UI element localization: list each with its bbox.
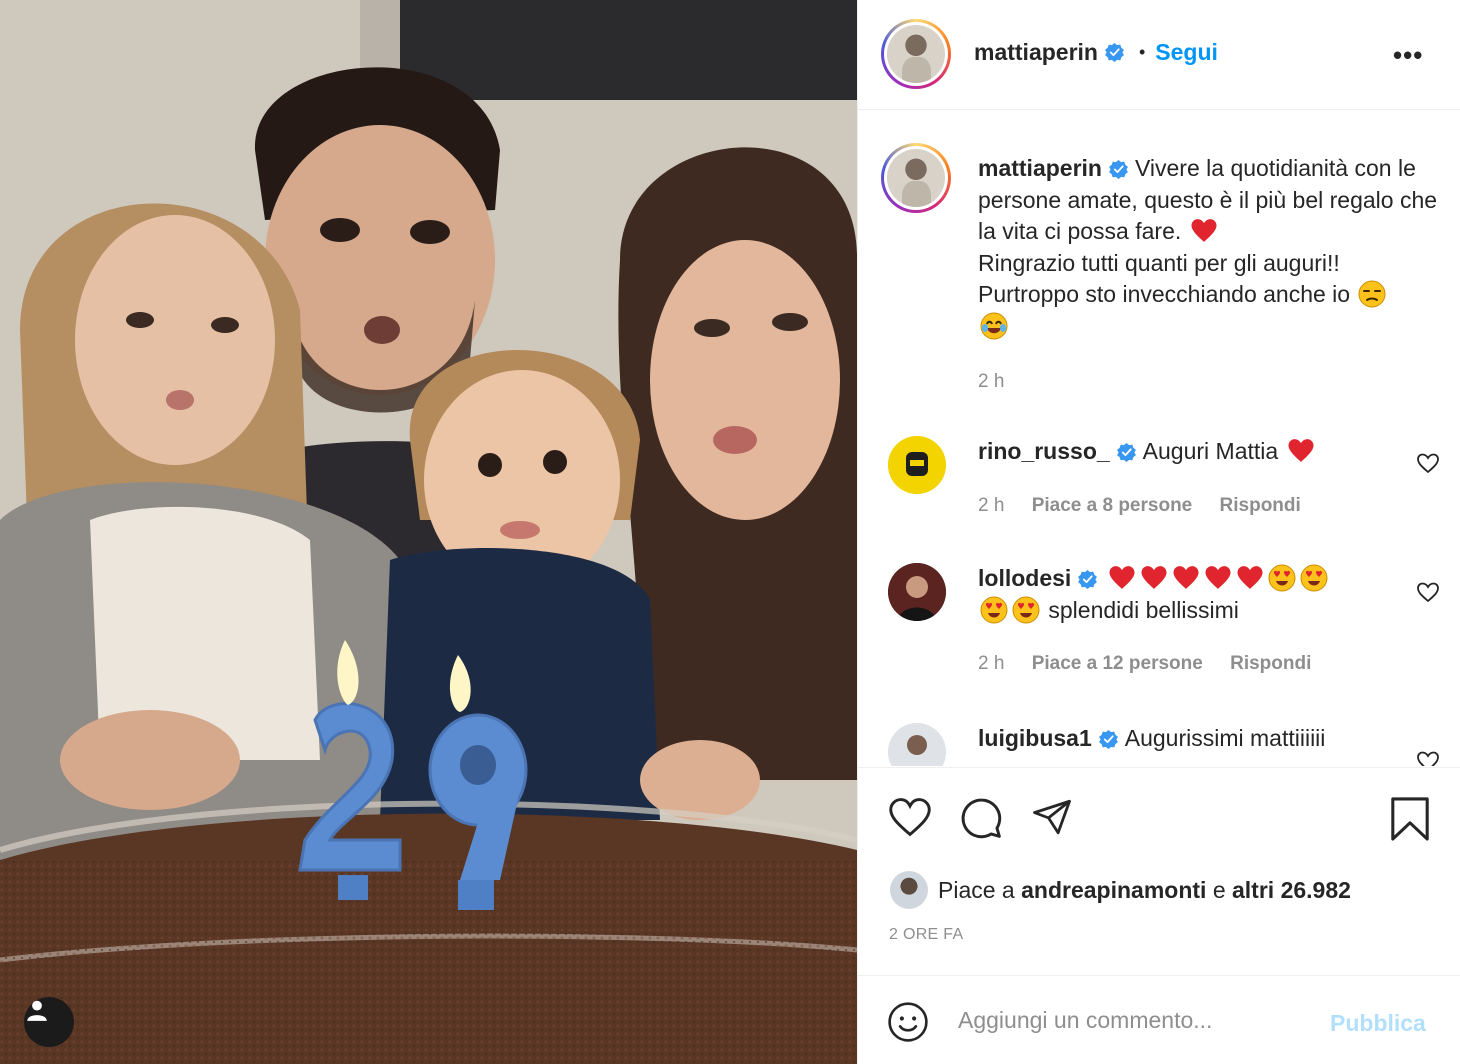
likes-prefix: Piace a [938, 876, 1015, 903]
heart-eyes-emoji-icon [1300, 564, 1328, 592]
post-timestamp[interactable]: 2 ORE FA [889, 926, 963, 944]
liker-username[interactable]: andreapinamonti [1021, 877, 1206, 904]
comment-likes[interactable]: Piace a 8 persone [1032, 495, 1193, 516]
likes-others[interactable]: altri 26.982 [1232, 877, 1351, 904]
avatar-illustration [888, 436, 946, 494]
commenter-avatar[interactable] [888, 563, 946, 621]
verified-icon [1109, 160, 1128, 180]
heart-eyes-emoji-icon [1012, 596, 1040, 623]
tears-of-joy-emoji-icon [980, 312, 1008, 339]
more-options-icon[interactable]: ••• [1393, 40, 1423, 71]
heart-icon[interactable] [888, 796, 932, 838]
likes-joiner: e [1212, 876, 1226, 903]
caption-time[interactable]: 2 h [978, 371, 1004, 392]
photo-illustration [0, 0, 857, 1064]
commenter-username[interactable]: luigibusa1 [978, 725, 1092, 751]
heart-eyes-emoji-icon [1268, 564, 1296, 592]
header-separator: • [1138, 42, 1146, 62]
avatar-illustration [888, 723, 946, 766]
comment-input[interactable] [958, 1000, 1318, 1040]
caption-avatar[interactable] [881, 143, 951, 213]
red-heart-emoji-icon [1237, 566, 1263, 589]
user-tag-button[interactable] [24, 997, 74, 1047]
red-heart-emoji-icon [1205, 566, 1231, 589]
comment-text: Augurissimi mattiiiiii [1124, 725, 1326, 751]
comment-time[interactable]: 2 h [978, 495, 1004, 516]
verified-icon [1116, 443, 1136, 463]
red-heart-emoji-icon [1141, 566, 1167, 589]
publish-button[interactable]: Pubblica [1330, 1010, 1426, 1037]
user-tag-icon [27, 1000, 47, 1021]
heart-eyes-emoji-icon [980, 596, 1008, 623]
comment-likes[interactable]: Piace a 12 persone [1032, 653, 1203, 674]
like-comment-icon[interactable] [1416, 581, 1440, 603]
follow-button[interactable]: Segui [1155, 39, 1218, 66]
commenter-avatar[interactable] [888, 723, 946, 766]
red-heart-emoji-icon [1173, 566, 1199, 589]
commenter-avatar[interactable] [888, 436, 946, 494]
post-side-panel: mattiaperin • Segui ••• mattiaperin Viver… [857, 0, 1460, 1064]
verified-icon [1098, 730, 1118, 750]
red-heart-emoji-icon [1109, 566, 1135, 589]
comments-list[interactable]: mattiaperin Vivere la quotidianità con le… [858, 111, 1460, 766]
post-actions: Piace a andreapinamonti e altri 26.982 2… [858, 767, 1460, 975]
comment-text: splendidi bellissimi [1048, 596, 1239, 623]
commenter-username[interactable]: lollodesi [978, 565, 1071, 591]
avatar-illustration [888, 563, 946, 621]
verified-icon [1078, 570, 1098, 590]
smile-icon[interactable] [887, 1001, 929, 1043]
reply-button[interactable]: Rispondi [1230, 653, 1311, 674]
commenter-username[interactable]: rino_russo_ [978, 438, 1110, 464]
caption-username[interactable]: mattiaperin [978, 155, 1102, 181]
caption-text-3: Purtroppo sto invecchiando anche io [978, 281, 1351, 307]
red-heart-emoji-icon [1288, 439, 1314, 462]
like-comment-icon[interactable] [1416, 750, 1440, 766]
verified-icon [1105, 43, 1124, 62]
post-header: mattiaperin • Segui ••• [858, 0, 1460, 110]
comment-text: Auguri Mattia [1142, 438, 1279, 464]
reply-button[interactable]: Rispondi [1220, 495, 1301, 516]
bookmark-icon[interactable] [1389, 796, 1431, 842]
comment-icon[interactable] [959, 796, 1003, 840]
red-heart-emoji-icon [1191, 219, 1217, 242]
caption-text-2: Ringrazio tutti quanti per gli auguri!! [978, 249, 1340, 276]
like-comment-icon[interactable] [1416, 452, 1440, 474]
author-avatar[interactable] [881, 19, 951, 89]
liker-avatar[interactable] [890, 871, 928, 909]
share-icon[interactable] [1030, 796, 1074, 838]
comment-time[interactable]: 2 h [978, 653, 1004, 674]
likes-summary[interactable]: Piace a andreapinamonti e altri 26.982 [890, 871, 1351, 909]
post-photo[interactable] [0, 0, 857, 1064]
unamused-face-emoji-icon [1358, 280, 1386, 308]
author-username[interactable]: mattiaperin [974, 39, 1098, 66]
add-comment-bar: Pubblica [858, 975, 1460, 1064]
